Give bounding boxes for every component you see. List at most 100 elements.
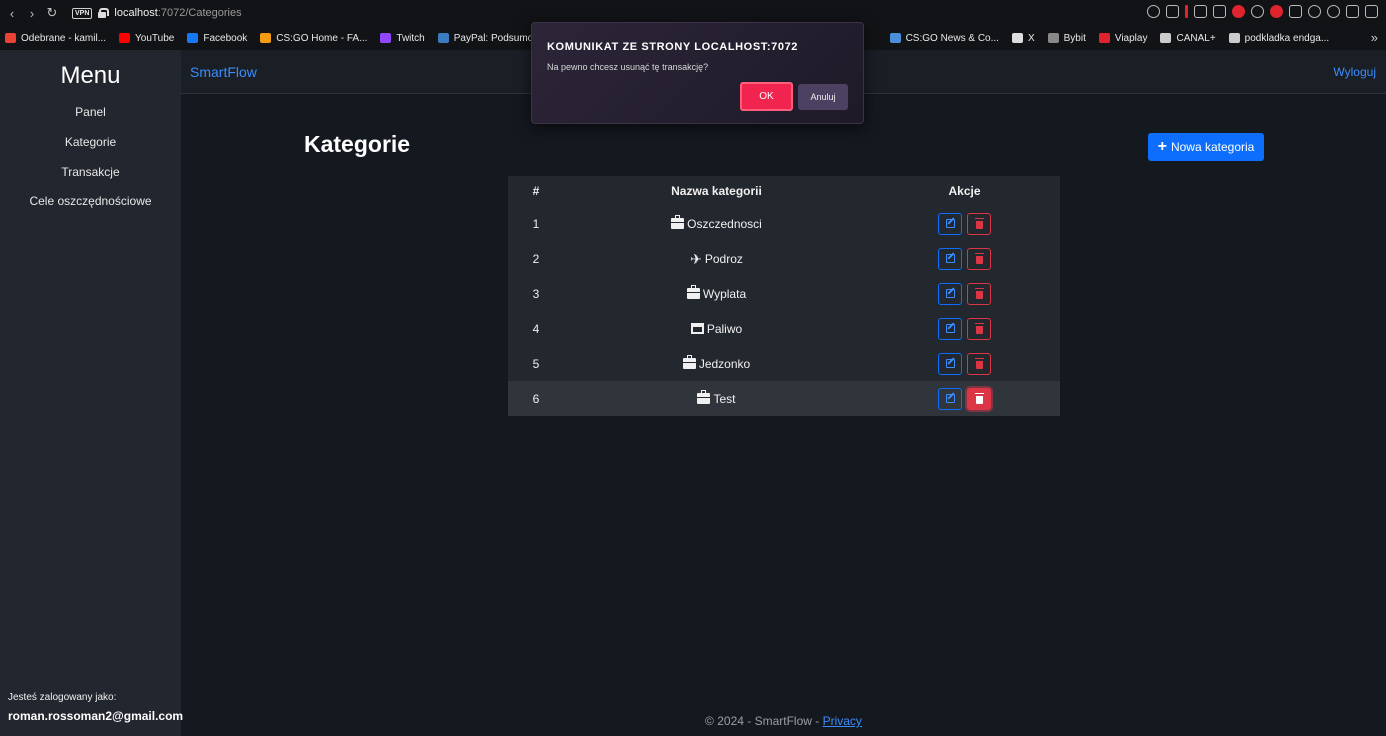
extension-icon[interactable] <box>1308 5 1321 18</box>
bookmark-item[interactable]: podkladka endga... <box>1228 32 1330 44</box>
extension-icon[interactable] <box>1213 5 1226 18</box>
edit-icon <box>945 219 955 228</box>
bookmark-item[interactable]: PayPal: Podsumo... <box>437 32 542 44</box>
menu-title: Menu <box>60 62 121 89</box>
opera-icon[interactable] <box>1232 5 1245 18</box>
footer: © 2024 - SmartFlow - Privacy <box>181 714 1386 728</box>
plane-icon: ✈ <box>690 250 702 267</box>
dialog-cancel-button[interactable]: Anuluj <box>798 84 848 110</box>
trash-icon <box>974 252 984 264</box>
logout-link[interactable]: Wyloguj <box>1333 65 1376 79</box>
edit-button[interactable] <box>938 387 962 410</box>
dialog-title: KOMUNIKAT ZE STRONY LOCALHOST:7072 <box>547 41 799 53</box>
row-actions <box>869 387 1060 410</box>
edit-button[interactable] <box>938 212 962 235</box>
row-number: 2 <box>532 251 540 266</box>
sidebar-item-kategorie[interactable]: Kategorie <box>0 135 181 149</box>
back-arrow-icon[interactable]: ‹ <box>2 6 22 21</box>
table-row: 3 Wyplata <box>508 276 1060 311</box>
row-actions <box>869 352 1060 375</box>
sidebar-item-transakcje[interactable]: Transakcje <box>0 165 181 179</box>
delete-button[interactable] <box>967 247 991 270</box>
new-category-button[interactable]: + Nowa kategoria <box>1148 133 1264 161</box>
edit-button[interactable] <box>938 282 962 305</box>
sidebar-item-cele[interactable]: Cele oszczędnościowe <box>0 194 181 208</box>
row-number: 3 <box>532 286 540 301</box>
play-extension-icon[interactable] <box>1166 5 1179 18</box>
trash-icon <box>974 217 984 229</box>
bookmark-item[interactable]: Viaplay <box>1098 33 1147 44</box>
bookmark-favicon-icon <box>1160 33 1172 43</box>
profile-icon[interactable] <box>1327 5 1340 18</box>
category-name: Oszczednosci <box>687 216 762 231</box>
extension-icon[interactable] <box>1251 5 1264 18</box>
edit-button[interactable] <box>938 317 962 340</box>
extension-icon[interactable] <box>1289 5 1302 18</box>
table-row: 1 Oszczednosci <box>508 206 1060 241</box>
download-icon[interactable] <box>1346 5 1359 18</box>
forward-arrow-icon[interactable]: › <box>22 6 42 21</box>
category-name-cell: ✈ Podroz <box>564 252 869 266</box>
edit-button[interactable] <box>938 352 962 375</box>
trash-icon <box>974 322 984 334</box>
vpn-badge[interactable]: VPN <box>72 7 93 19</box>
delete-button[interactable] <box>967 317 991 340</box>
category-name-cell: Jedzonko <box>564 355 869 371</box>
edit-icon <box>945 394 955 403</box>
bookmark-item[interactable]: CS:GO News & Co... <box>889 33 999 44</box>
delete-button[interactable] <box>967 352 991 375</box>
shield-extension-icon[interactable] <box>1147 5 1160 18</box>
bookmark-item[interactable]: Facebook <box>187 33 247 44</box>
lock-icon[interactable] <box>98 8 110 18</box>
bookmark-item[interactable]: YouTube <box>119 33 174 44</box>
bookmark-item[interactable]: X <box>1011 33 1035 44</box>
menu-icon[interactable] <box>1365 5 1378 18</box>
category-name: Podroz <box>704 251 743 266</box>
bookmark-favicon-icon <box>1098 33 1110 43</box>
page-title: Kategorie <box>304 131 411 157</box>
separator-icon <box>1185 5 1188 18</box>
sidebar-item-panel[interactable]: Panel <box>0 105 181 119</box>
bookmark-label: podkladka endga... <box>1244 32 1330 44</box>
bookmark-label: Bybit <box>1063 32 1086 44</box>
category-name: Test <box>713 391 736 406</box>
privacy-link[interactable]: Privacy <box>823 714 862 728</box>
footer-text: © 2024 - SmartFlow - <box>705 714 823 728</box>
header-num: # <box>532 184 540 198</box>
briefcase-icon <box>686 285 700 299</box>
delete-button[interactable] <box>967 282 991 305</box>
ublock-icon[interactable] <box>1270 5 1283 18</box>
bookmark-item[interactable]: Odebrane - kamil... <box>5 33 106 44</box>
bookmark-item[interactable]: Bybit <box>1047 32 1086 44</box>
delete-button[interactable] <box>967 387 991 410</box>
address-bar[interactable]: localhost:7072/Categories <box>114 7 241 19</box>
delete-button[interactable] <box>967 212 991 235</box>
edit-icon <box>945 254 955 263</box>
table-header: # Nazwa kategorii Akcje <box>508 176 1060 206</box>
extension-icon[interactable] <box>1194 5 1207 18</box>
bookmark-item[interactable]: CS:GO Home - FA... <box>260 33 367 44</box>
bookmark-label: PayPal: Podsumo... <box>453 32 542 44</box>
brand-link[interactable]: SmartFlow <box>190 64 257 80</box>
table-row: 4 Paliwo <box>508 311 1060 346</box>
table-row: 2 ✈ Podroz <box>508 241 1060 276</box>
reload-icon[interactable]: ↻ <box>42 5 62 21</box>
dialog-ok-button[interactable]: OK <box>740 82 793 111</box>
header-name: Nazwa kategorii <box>671 184 762 198</box>
bookmark-favicon-icon <box>1228 33 1240 43</box>
bookmark-favicon-icon <box>119 33 131 43</box>
table-row: 6 Test <box>508 381 1060 416</box>
edit-button[interactable] <box>938 247 962 270</box>
category-name-cell: Paliwo <box>564 322 869 336</box>
bookmarks-overflow-icon[interactable]: » <box>1371 30 1378 45</box>
bookmark-favicon-icon <box>380 33 392 43</box>
edit-icon <box>945 289 955 298</box>
category-name-cell: Wyplata <box>564 285 869 301</box>
bookmark-favicon-icon <box>1047 33 1059 43</box>
trash-icon <box>974 287 984 299</box>
table-row: 5 Jedzonko <box>508 346 1060 381</box>
table-body: 1 Oszczednosci 2 ✈ Podroz 3 Wyplata 4 Paliwo 5 Jed… <box>508 206 1060 416</box>
bookmark-item[interactable]: CANAL+ <box>1160 33 1216 44</box>
row-number: 6 <box>532 391 540 406</box>
bookmark-item[interactable]: Twitch <box>380 33 425 44</box>
